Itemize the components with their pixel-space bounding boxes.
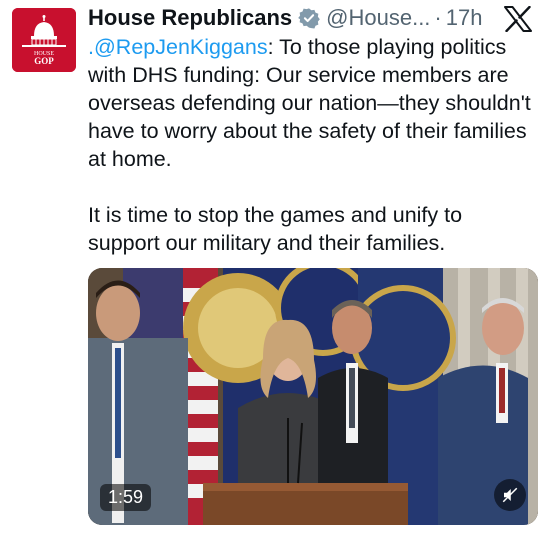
author-name[interactable]: House Republicans — [88, 5, 292, 31]
author-handle[interactable]: @House... — [326, 5, 430, 31]
post-timestamp[interactable]: 17h — [446, 5, 483, 31]
video-player[interactable]: 1:59 — [88, 268, 538, 525]
post-text: .@RepJenKiggans: To those playing politi… — [88, 33, 538, 257]
verified-badge-icon — [298, 7, 320, 29]
author-avatar[interactable]: HOUSE GOP — [12, 8, 76, 72]
post-paragraph-2: It is time to stop the games and unify t… — [88, 203, 463, 255]
post-header: House Republicans @House... · 17h — [88, 4, 498, 32]
mention-link[interactable]: .@RepJenKiggans — [88, 35, 268, 59]
separator-dot: · — [434, 5, 442, 30]
x-logo-icon[interactable] — [504, 5, 532, 33]
video-frame — [88, 268, 538, 525]
muted-speaker-icon[interactable] — [494, 479, 526, 511]
avatar-line-2: GOP — [34, 56, 54, 66]
post-paragraph-1: .@RepJenKiggans: To those playing politi… — [88, 33, 538, 173]
video-duration: 1:59 — [100, 484, 152, 511]
